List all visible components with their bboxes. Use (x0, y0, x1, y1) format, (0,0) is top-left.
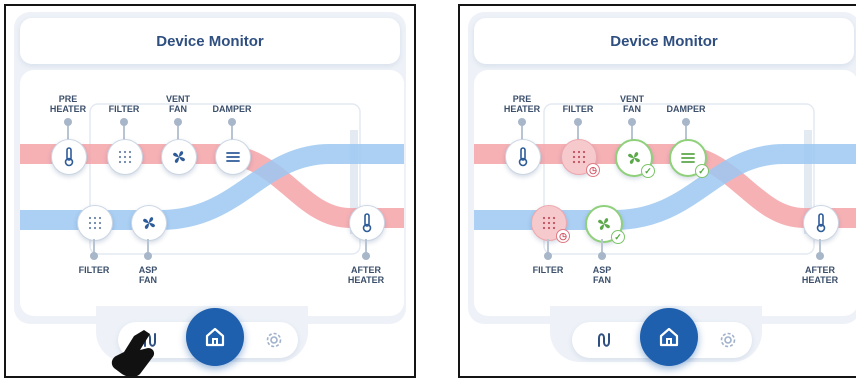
device-monitor-panel-status: Device Monitor PRE HEATER FILTER VENT FAN … (458, 4, 856, 378)
fan-icon (598, 218, 610, 230)
airflow-diagram: PRE HEATER FILTER VENT FAN DAMPER FILTER… (20, 70, 404, 316)
vent-fan-label: VENT FAN (165, 94, 190, 114)
settings-nav-button[interactable] (258, 324, 290, 356)
after-heater-component[interactable] (803, 205, 839, 241)
home-nav-button[interactable] (640, 308, 698, 366)
filter-top-label: FILTER (108, 104, 140, 114)
damper-lines-icon (681, 153, 695, 163)
thermometer-icon (816, 213, 826, 233)
damper-lines-icon (226, 152, 240, 162)
filter-top-label: FILTER (562, 104, 594, 114)
airflow-nav-button[interactable] (588, 324, 620, 356)
damper-label: DAMPER (666, 104, 706, 114)
home-icon (659, 327, 679, 347)
fan-icon (628, 152, 640, 164)
vent-fan-label: VENT FAN (619, 94, 644, 114)
home-nav-button[interactable] (186, 308, 244, 366)
asp-fan-label: ASP FAN (138, 265, 158, 285)
filter-bottom-component[interactable] (77, 205, 113, 241)
filter-grid-icon (542, 216, 556, 230)
after-heater-label: AFTER HEATER (801, 265, 839, 285)
clock-icon: ◷ (556, 229, 570, 243)
filter-grid-icon (118, 150, 132, 164)
thermometer-icon (518, 147, 528, 167)
pre-heater-component[interactable] (505, 139, 541, 175)
pre-heater-label: PRE HEATER (49, 94, 87, 114)
vent-fan-component[interactable] (161, 139, 197, 175)
filter-grid-icon (572, 150, 586, 164)
damper-label: DAMPER (212, 104, 252, 114)
after-heater-label: AFTER HEATER (347, 265, 385, 285)
fan-icon (173, 151, 185, 163)
check-icon: ✓ (695, 164, 709, 178)
after-heater-component[interactable] (349, 205, 385, 241)
filter-bottom-label: FILTER (78, 265, 110, 275)
airflow-diagram: PRE HEATER FILTER VENT FAN DAMPER ◷ ✓ ✓ ◷ (474, 70, 856, 316)
damper-component[interactable] (215, 139, 251, 175)
gear-icon (266, 332, 282, 348)
thermometer-icon (362, 213, 372, 233)
fan-icon (143, 217, 155, 229)
filter-top-component[interactable] (107, 139, 143, 175)
panel-title: Device Monitor (20, 18, 400, 64)
check-icon: ✓ (611, 230, 625, 244)
settings-nav-button[interactable] (712, 324, 744, 356)
filter-grid-icon (88, 216, 102, 230)
filter-bottom-component[interactable]: ◷ (531, 205, 570, 243)
device-monitor-panel-normal: Device Monitor PRE HEATER FILTER VENT FAN … (4, 4, 416, 378)
pre-heater-component[interactable] (51, 139, 87, 175)
thermometer-icon (64, 147, 74, 167)
check-icon: ✓ (641, 164, 655, 178)
airflow-loop-icon (598, 333, 610, 347)
touch-hand-icon (111, 330, 155, 376)
gear-icon (720, 332, 736, 348)
damper-component[interactable]: ✓ (669, 139, 709, 178)
filter-bottom-label: FILTER (532, 265, 564, 275)
vent-fan-component[interactable]: ✓ (615, 139, 655, 178)
asp-fan-label: ASP FAN (592, 265, 612, 285)
asp-fan-component[interactable]: ✓ (585, 205, 625, 244)
home-icon (205, 327, 225, 347)
clock-icon: ◷ (586, 163, 600, 177)
asp-fan-component[interactable] (131, 205, 167, 241)
filter-top-component[interactable]: ◷ (561, 139, 600, 177)
pre-heater-label: PRE HEATER (503, 94, 541, 114)
panel-title: Device Monitor (474, 18, 854, 64)
